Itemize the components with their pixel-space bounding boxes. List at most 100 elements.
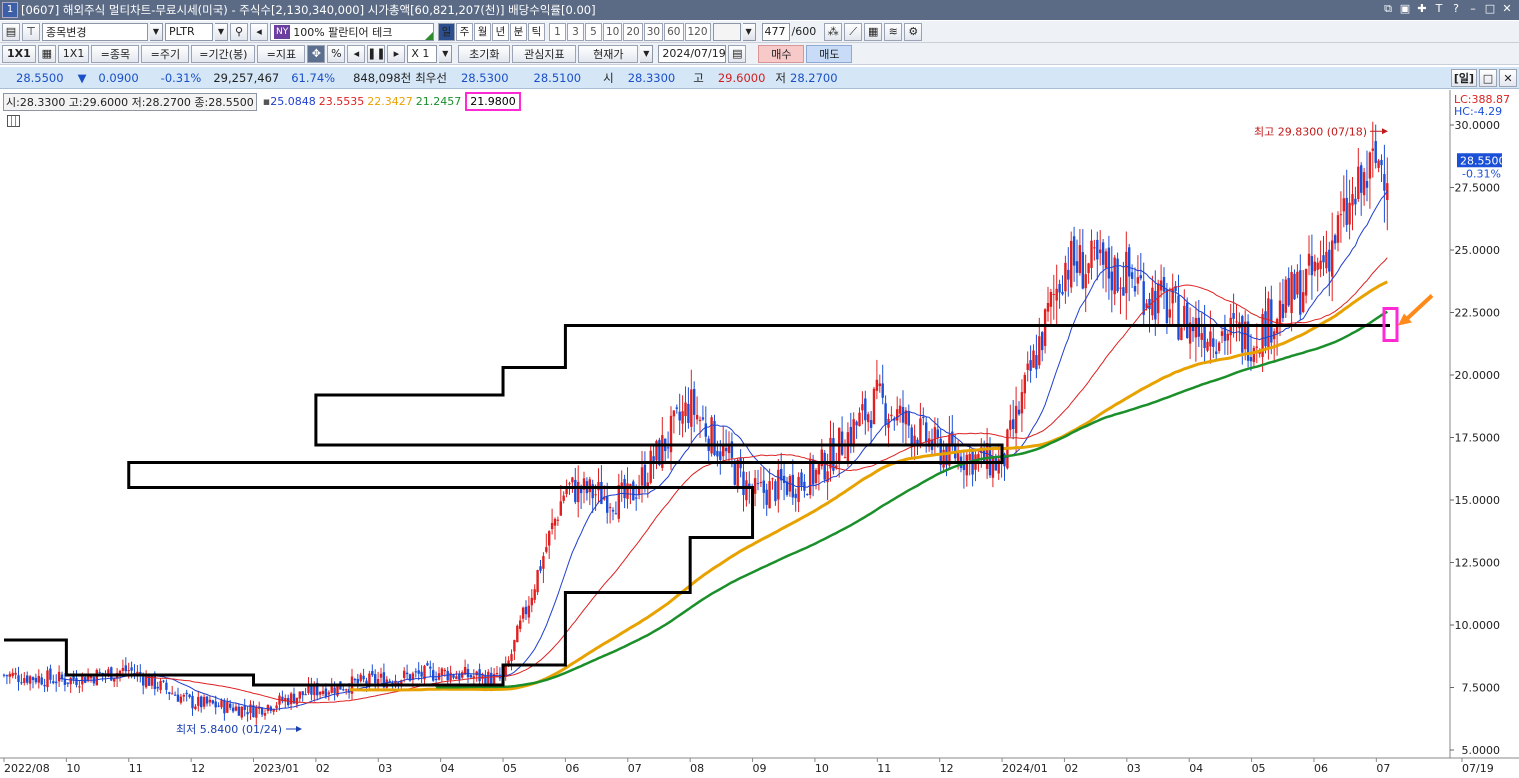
- candle-body: [768, 481, 771, 509]
- candle-body: [678, 411, 681, 421]
- price-chart[interactable]: 30.0000 27.5000 25.0000 22.5000 20.0000 17.50…: [0, 90, 1519, 778]
- candle-body: [637, 488, 641, 495]
- buy-button[interactable]: 매수: [758, 44, 805, 63]
- minimize-to-tray-icon[interactable]: ⧉: [1382, 2, 1394, 16]
- pin-icon[interactable]: ✚: [1416, 2, 1428, 16]
- y-tick-label: 22.5000: [1455, 307, 1501, 320]
- candle-body: [640, 467, 644, 486]
- price-type-button[interactable]: 현재가: [578, 44, 639, 63]
- interval-tab-60[interactable]: 60: [664, 22, 684, 41]
- candle-body: [577, 481, 580, 503]
- chart-menu-icon[interactable]: ▤: [2, 22, 20, 41]
- period-tab-3[interactable]: 년: [492, 22, 509, 41]
- restore-icon[interactable]: ▣: [1399, 2, 1411, 16]
- multiplier-dropdown[interactable]: ▼: [439, 44, 453, 63]
- prev-icon[interactable]: ◂: [347, 44, 366, 63]
- candle-body: [855, 421, 858, 426]
- candle-body: [562, 495, 565, 501]
- candle-body: [1362, 172, 1366, 196]
- candle-body: [1162, 277, 1166, 292]
- candle-body: [304, 694, 307, 696]
- trend-icon[interactable]: ⟋: [844, 22, 863, 41]
- speaker-icon[interactable]: ◂: [250, 22, 268, 41]
- stock-change-field[interactable]: 종목변경: [42, 22, 148, 41]
- interval-tab-30[interactable]: 30: [643, 22, 664, 41]
- data-table-icon[interactable]: [7, 115, 20, 127]
- candle-body: [1249, 357, 1253, 362]
- save-icon[interactable]: ▦: [864, 22, 883, 41]
- candle-body: [1122, 287, 1125, 296]
- sell-button[interactable]: 매도: [806, 44, 853, 63]
- price-type-dropdown[interactable]: ▼: [640, 44, 654, 63]
- date-input[interactable]: 2024/07/19: [658, 44, 727, 63]
- interval-input[interactable]: [712, 22, 741, 41]
- indicator-settings-icon[interactable]: ≋: [884, 22, 903, 41]
- interval-dropdown[interactable]: ▼: [742, 22, 756, 41]
- sync-items-button[interactable]: =종목: [91, 44, 140, 63]
- candle-body: [1139, 275, 1142, 279]
- x-tick-label: 09: [753, 762, 767, 775]
- candle-body: [666, 447, 670, 449]
- pause-icon[interactable]: ❚❚: [367, 44, 386, 63]
- period-tab-0[interactable]: 일: [438, 22, 455, 41]
- y-tick-label: 25.0000: [1455, 244, 1501, 257]
- interval-tab-120[interactable]: 120: [684, 22, 711, 41]
- reset-button[interactable]: 초기화: [458, 44, 511, 63]
- period-tab-2[interactable]: 월: [474, 22, 491, 41]
- candle-body: [173, 694, 177, 696]
- maximize-icon[interactable]: □: [1484, 2, 1496, 16]
- interval-tab-20[interactable]: 20: [623, 22, 643, 41]
- candle-body: [1296, 271, 1299, 295]
- search-icon[interactable]: ⚲: [230, 22, 248, 41]
- interval-tab-10[interactable]: 10: [603, 22, 623, 41]
- candle-body: [1084, 274, 1087, 289]
- close-pane-icon[interactable]: ✕: [1499, 69, 1517, 87]
- period-tab-1[interactable]: 주: [456, 22, 473, 41]
- crosshair-icon[interactable]: ✥: [307, 44, 326, 63]
- candle-body: [298, 691, 301, 699]
- candle-body: [1209, 331, 1212, 347]
- watch-indicator-button[interactable]: 관심지표: [512, 44, 577, 63]
- period-badge[interactable]: [일]: [1450, 69, 1477, 87]
- drawing-tools-icon[interactable]: ⁂: [824, 22, 843, 41]
- pin-toolbar-icon[interactable]: ⊤: [22, 22, 40, 41]
- interval-tab-5[interactable]: 5: [585, 22, 602, 41]
- font-icon[interactable]: T: [1433, 2, 1445, 16]
- symbol-dropdown[interactable]: ▼: [215, 22, 228, 41]
- grid-layout-icon[interactable]: ▦: [37, 44, 56, 63]
- stock-name-field[interactable]: NY 100% 팔란티어 테크: [270, 22, 434, 41]
- calendar-icon[interactable]: ▤: [728, 44, 747, 63]
- interval-tab-3[interactable]: 3: [567, 22, 584, 41]
- help-icon[interactable]: ?: [1450, 2, 1462, 16]
- close-icon[interactable]: ✕: [1501, 2, 1513, 16]
- quote-bar: 28.5500 ▼ 0.0900 -0.31% 29,257,467 61.74…: [0, 67, 1519, 89]
- candle-body: [1177, 295, 1180, 340]
- layout-1x1-alt-button[interactable]: 1X1: [57, 44, 90, 63]
- chart-area[interactable]: 30.0000 27.5000 25.0000 22.5000 20.0000 17.50…: [0, 90, 1519, 778]
- candle-body: [1339, 214, 1343, 216]
- count-input[interactable]: 477: [761, 22, 790, 41]
- symbol-input[interactable]: PLTR: [165, 22, 213, 41]
- period-tab-4[interactable]: 분: [510, 22, 527, 41]
- percent-button[interactable]: %: [327, 44, 346, 63]
- candle-body: [1055, 288, 1058, 301]
- sync-indicator-button[interactable]: =지표: [257, 44, 306, 63]
- candle-body: [1154, 290, 1157, 320]
- candle-body: [948, 434, 951, 466]
- next-icon[interactable]: ▸: [387, 44, 406, 63]
- sync-cycle-button[interactable]: =주기: [141, 44, 190, 63]
- minimize-icon[interactable]: –: [1467, 2, 1479, 16]
- period-tab-5[interactable]: 틱: [528, 22, 545, 41]
- candle-body: [223, 700, 226, 714]
- multiplier-input[interactable]: X 1: [407, 44, 438, 63]
- interval-tab-1[interactable]: 1: [549, 22, 566, 41]
- stock-change-dropdown[interactable]: ▼: [150, 22, 163, 41]
- candle-body: [127, 670, 130, 672]
- candles: [2, 121, 1389, 725]
- layout-1x1-button[interactable]: 1X1: [2, 44, 36, 63]
- restore-pane-icon[interactable]: □: [1479, 69, 1497, 87]
- sync-period-button[interactable]: =기간(봉): [191, 44, 256, 63]
- candle-body: [797, 476, 800, 502]
- gear-icon[interactable]: ⚙: [904, 22, 923, 41]
- candle-body: [66, 682, 69, 684]
